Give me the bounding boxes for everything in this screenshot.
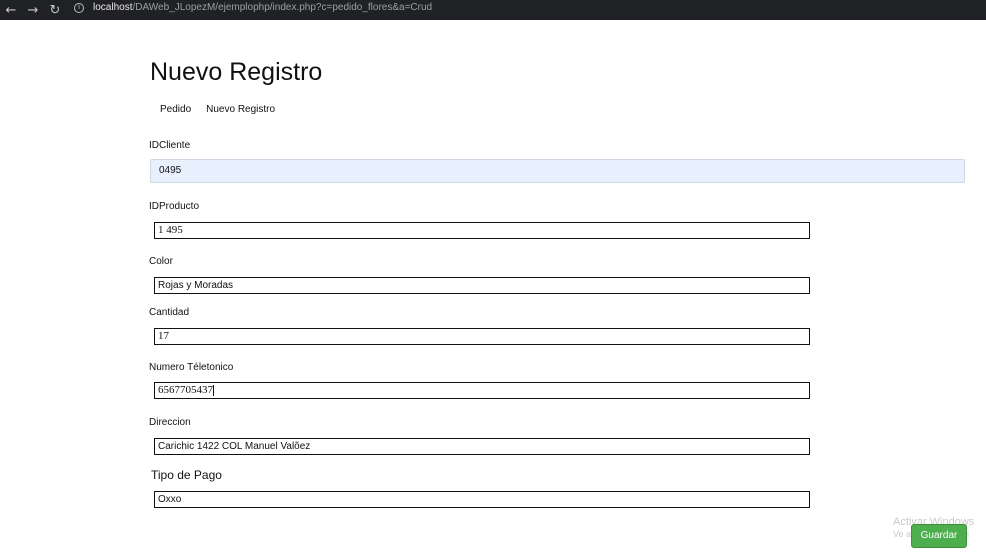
telefono-label: Numero Téletonico [149,362,234,373]
color-field[interactable]: Rojas y Moradas [154,277,810,294]
idcliente-field[interactable]: 0495 [150,159,965,183]
telefono-field[interactable]: 6567705437 [154,382,810,399]
tipo-pago-label: Tipo de Pago [151,468,222,482]
direccion-label: Direccion [149,417,191,428]
telefono-value: 6567705437 [158,384,213,396]
text-caret [213,384,214,396]
url-host: localhost [93,2,133,13]
direccion-field[interactable]: Carichic 1422 COL Manuel Valõez [154,438,810,455]
breadcrumb-item-current: Nuevo Registro [206,104,276,115]
cantidad-field[interactable]: 17 [154,328,810,345]
address-bar[interactable]: i localhost/DAWeb_JLopezM/ejemplophp/ind… [70,0,960,15]
forward-arrow-icon[interactable]: → [22,4,44,17]
idproducto-label: IDProducto [149,201,200,212]
tipo-pago-field[interactable]: Oxxo [154,491,810,508]
page-title: Nuevo Registro [150,58,323,86]
url-path: /DAWeb_JLopezM/ejemplophp/index.php?c=pe… [132,2,433,13]
browser-toolbar: ← → ↻ i localhost/DAWeb_JLopezM/ejemplop… [0,0,986,20]
breadcrumb: Pedido Nuevo Registro [160,104,275,115]
save-button[interactable]: Guardar [911,524,967,548]
breadcrumb-item-pedido[interactable]: Pedido [160,104,191,115]
cantidad-label: Cantidad [149,307,190,318]
info-icon[interactable]: i [74,2,84,13]
color-label: Color [149,256,173,267]
idcliente-label: IDCliente [149,140,191,151]
idproducto-field[interactable]: 1 495 [154,222,810,239]
back-arrow-icon[interactable]: ← [0,4,22,17]
reload-icon[interactable]: ↻ [44,4,66,17]
